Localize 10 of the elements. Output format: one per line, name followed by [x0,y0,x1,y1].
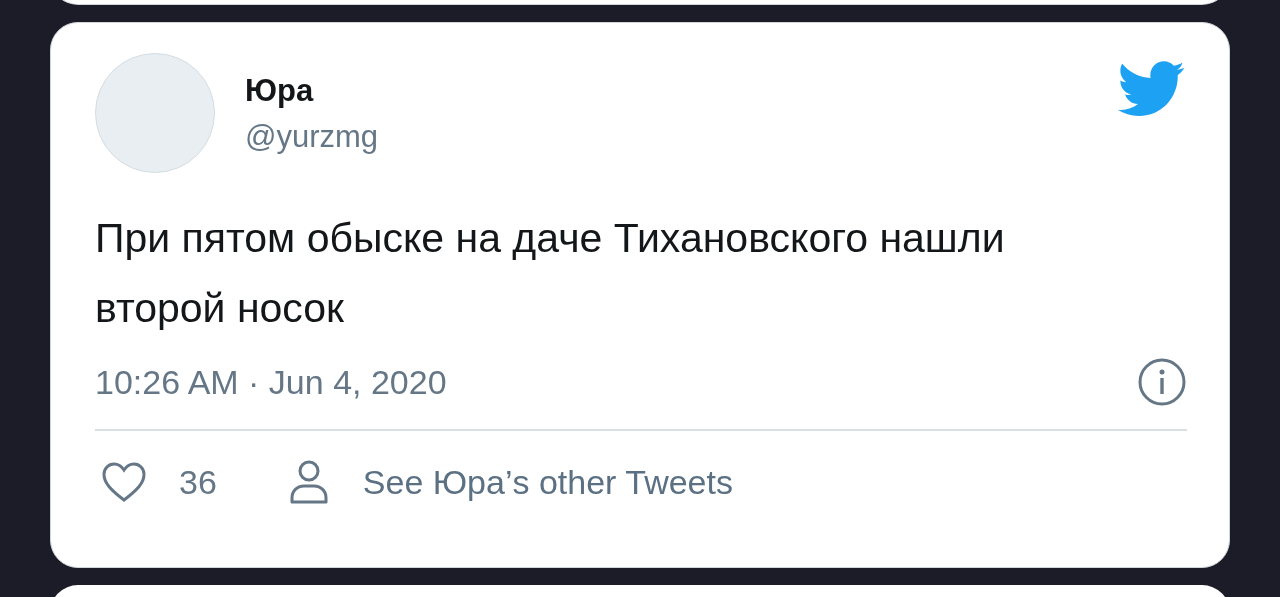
person-icon[interactable] [288,459,329,505]
author-handle: @yurzmg [245,119,379,155]
info-icon[interactable] [1137,357,1187,407]
author-name: Юра [245,73,315,109]
like-count: 36 [179,462,217,502]
other-tweets-link[interactable]: See Юра’s other Tweets [362,462,733,502]
timestamp[interactable]: 10:26 AM · Jun 4, 2020 [95,362,447,402]
tweet-text: При пятом обыске на даче Тихановского нашли второй носок [95,214,1006,333]
heart-icon[interactable] [101,461,147,503]
bird-icon[interactable] [1117,61,1187,117]
